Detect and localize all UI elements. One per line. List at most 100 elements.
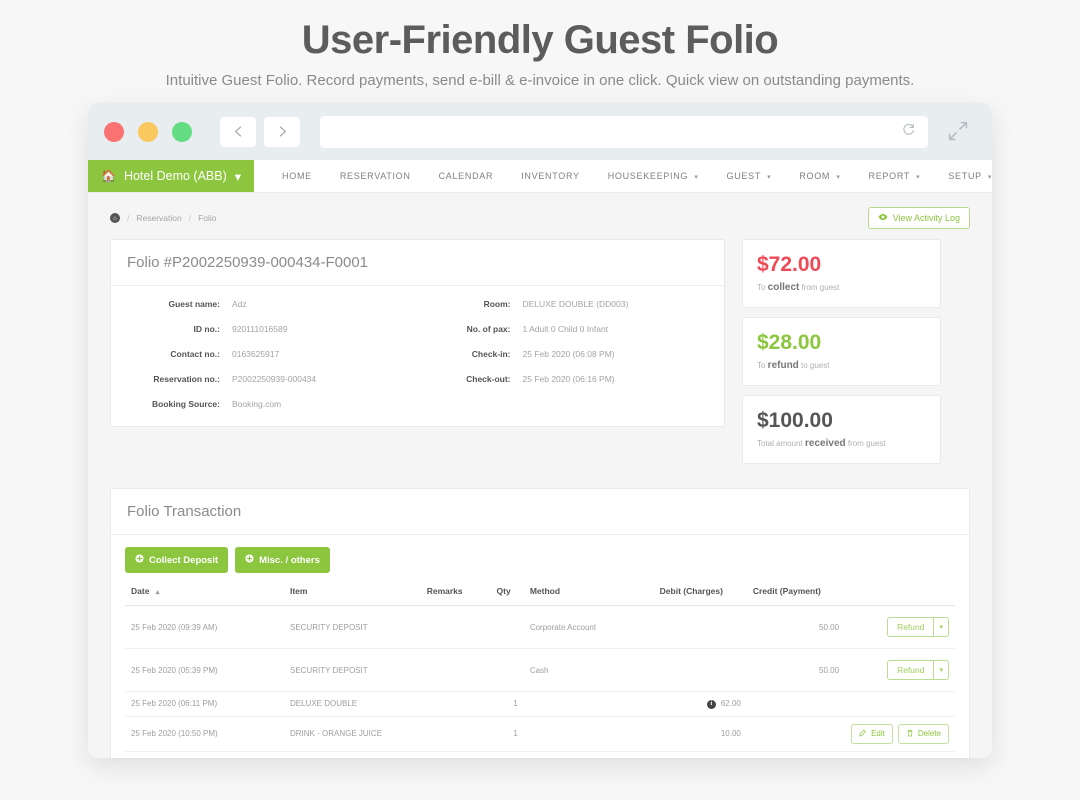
summary-caption-post: to guest bbox=[799, 361, 830, 370]
cell-debit: i 62.00 bbox=[654, 692, 747, 716]
column-header-debit[interactable]: Debit (Charges) bbox=[654, 586, 747, 606]
cell-method bbox=[524, 692, 654, 716]
maximize-window-dot[interactable] bbox=[172, 122, 192, 142]
browser-window: 🏠 Hotel Demo (ABB) ▾ HOME RESERVATION CA… bbox=[88, 103, 992, 758]
nav-item-report[interactable]: REPORT ▾ bbox=[855, 171, 935, 181]
expand-button[interactable] bbox=[946, 119, 972, 145]
cell-debit bbox=[654, 606, 747, 649]
forward-button[interactable] bbox=[264, 117, 300, 147]
misc-others-button[interactable]: Misc. / others bbox=[235, 547, 330, 573]
cell-method: Cash bbox=[524, 649, 654, 692]
cell-debit bbox=[654, 649, 747, 692]
plus-circle-icon bbox=[245, 554, 254, 566]
summary-caption-refund: To refund to guest bbox=[757, 360, 926, 371]
folio-summary-column: $72.00 To collect from guest $28.00 To r… bbox=[742, 239, 941, 473]
folio-details-body: Guest name: Adz ID no.: 920111016589 Con… bbox=[111, 286, 724, 426]
plus-circle-icon bbox=[135, 554, 144, 566]
cell-item: DELUXE DOUBLE bbox=[284, 692, 421, 716]
nav-item-reservation[interactable]: RESERVATION bbox=[326, 171, 425, 181]
browser-chrome bbox=[88, 103, 992, 160]
view-activity-log-button[interactable]: View Activity Log bbox=[868, 207, 970, 229]
breadcrumb-item-folio[interactable]: Folio bbox=[198, 213, 216, 223]
refund-button[interactable]: Refund bbox=[887, 617, 934, 637]
summary-caption-collect: To collect from guest bbox=[757, 282, 926, 293]
column-header-credit[interactable]: Credit (Payment) bbox=[747, 586, 845, 606]
folio-transaction-body: Collect Deposit Misc. / others Date bbox=[111, 535, 969, 758]
reload-icon[interactable] bbox=[901, 122, 916, 142]
cell-qty bbox=[491, 649, 524, 692]
nav-item-calendar[interactable]: CALENDAR bbox=[425, 171, 508, 181]
address-bar[interactable] bbox=[320, 116, 928, 148]
summary-caption-strong: received bbox=[805, 438, 846, 449]
summary-amount-received: $100.00 bbox=[757, 409, 926, 432]
chevron-down-icon: ▾ bbox=[916, 174, 920, 181]
table-row: 25 Feb 2020 (05:39 PM) SECURITY DEPOSIT … bbox=[125, 649, 955, 692]
cell-credit bbox=[747, 716, 845, 751]
trash-icon bbox=[906, 729, 914, 739]
column-header-method[interactable]: Method bbox=[524, 586, 654, 606]
home-icon[interactable]: ⌂ bbox=[110, 213, 120, 223]
folio-transaction-card: Folio Transaction Collect Deposit Misc. … bbox=[110, 488, 970, 758]
breadcrumb: ⌂ / Reservation / Folio bbox=[110, 213, 217, 223]
nav-item-home[interactable]: HOME bbox=[268, 171, 326, 181]
column-header-qty[interactable]: Qty bbox=[491, 586, 524, 606]
refund-dropdown-toggle[interactable]: ▾ bbox=[934, 660, 949, 680]
detail-row: Reservation no.: P2002250939-000434 bbox=[127, 374, 418, 384]
brand-hotel-selector[interactable]: 🏠 Hotel Demo (ABB) ▾ bbox=[88, 160, 254, 192]
cell-debit: 10.00 bbox=[654, 716, 747, 751]
nav-item-inventory[interactable]: INVENTORY bbox=[507, 171, 593, 181]
detail-label: Room: bbox=[418, 299, 523, 309]
cell-qty bbox=[491, 606, 524, 649]
total-debit: 72.00 bbox=[654, 751, 747, 758]
edit-icon bbox=[859, 729, 867, 739]
nav-item-label: RESERVATION bbox=[340, 171, 411, 181]
column-header-date[interactable]: Date ▴ bbox=[125, 586, 284, 606]
breadcrumb-item-reservation[interactable]: Reservation bbox=[136, 213, 181, 223]
nav-item-room[interactable]: ROOM ▾ bbox=[785, 171, 854, 181]
refund-split-button[interactable]: Refund ▾ bbox=[887, 660, 949, 680]
nav-item-label: GUEST bbox=[727, 171, 761, 181]
info-icon[interactable]: i bbox=[707, 700, 716, 709]
detail-label: No. of pax: bbox=[418, 324, 523, 334]
folio-columns: Folio #P2002250939-000434-F0001 Guest na… bbox=[110, 239, 970, 473]
summary-caption-received: Total amount received from guest bbox=[757, 438, 926, 449]
chevron-left-icon bbox=[232, 125, 245, 138]
column-label: Date bbox=[131, 586, 149, 596]
detail-value-booking-source: Booking.com bbox=[232, 399, 281, 409]
expand-icon bbox=[946, 130, 970, 147]
detail-row: Contact no.: 0163625917 bbox=[127, 349, 418, 359]
collect-deposit-button[interactable]: Collect Deposit bbox=[125, 547, 228, 573]
nav-item-label: INVENTORY bbox=[521, 171, 579, 181]
refund-button[interactable]: Refund bbox=[887, 660, 934, 680]
summary-card-received: $100.00 Total amount received from guest bbox=[742, 395, 941, 464]
table-row: 25 Feb 2020 (10:50 PM) DRINK - ORANGE JU… bbox=[125, 716, 955, 751]
nav-item-housekeeping[interactable]: HOUSEKEEPING ▾ bbox=[594, 171, 713, 181]
refund-split-button[interactable]: Refund ▾ bbox=[887, 617, 949, 637]
table-totals-row: 72.00 100.00 -28.00 bbox=[125, 751, 955, 758]
nav-item-label: CALENDAR bbox=[439, 171, 494, 181]
edit-button[interactable]: Edit bbox=[851, 724, 893, 744]
nav-item-setup[interactable]: SETUP ▾ bbox=[934, 171, 992, 181]
back-button[interactable] bbox=[220, 117, 256, 147]
chevron-down-icon: ▾ bbox=[939, 623, 943, 631]
column-header-item[interactable]: Item bbox=[284, 586, 421, 606]
nav-item-label: HOME bbox=[282, 171, 312, 181]
detail-value-pax: 1 Adult 0 Child 0 Infant bbox=[523, 324, 609, 334]
summary-amount-refund: $28.00 bbox=[757, 331, 926, 354]
refund-dropdown-toggle[interactable]: ▾ bbox=[934, 617, 949, 637]
chevron-down-icon: ▾ bbox=[836, 174, 840, 181]
folio-transaction-heading: Folio Transaction bbox=[111, 489, 969, 535]
nav-item-label: REPORT bbox=[869, 171, 910, 181]
detail-value-checkout: 25 Feb 2020 (06:16 PM) bbox=[523, 374, 615, 384]
cell-total-spacer bbox=[125, 751, 284, 758]
transaction-table-header: Date ▴ Item Remarks Qty Method Debit (Ch… bbox=[125, 586, 955, 606]
close-window-dot[interactable] bbox=[104, 122, 124, 142]
collect-deposit-label: Collect Deposit bbox=[149, 555, 218, 566]
minimize-window-dot[interactable] bbox=[138, 122, 158, 142]
column-header-remarks[interactable]: Remarks bbox=[421, 586, 491, 606]
column-header-actions bbox=[845, 586, 955, 606]
detail-label: Contact no.: bbox=[127, 349, 232, 359]
nav-item-guest[interactable]: GUEST ▾ bbox=[713, 171, 786, 181]
cell-debit-value: 62.00 bbox=[721, 699, 741, 708]
delete-button[interactable]: Delete bbox=[898, 724, 949, 744]
